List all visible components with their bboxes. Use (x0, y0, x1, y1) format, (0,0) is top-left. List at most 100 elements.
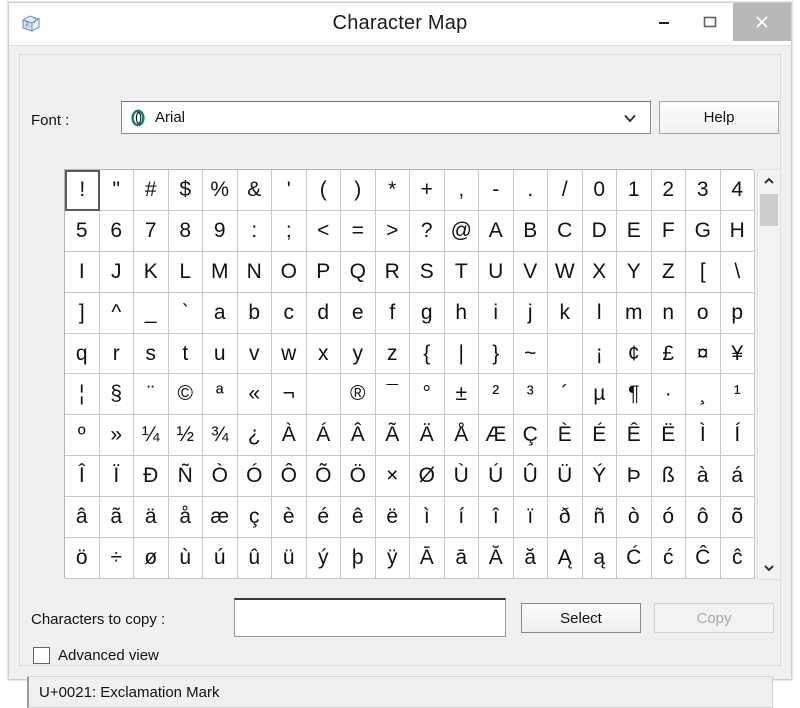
character-cell[interactable]: Î (65, 456, 100, 498)
character-cell[interactable]: § (99, 374, 134, 416)
character-cell[interactable]: R (375, 251, 410, 293)
character-cell[interactable]: t (168, 333, 203, 375)
character-cell[interactable]: Ð (134, 456, 169, 498)
character-cell[interactable]: 1 (617, 170, 652, 211)
character-cell[interactable]: ¢ (617, 333, 652, 375)
advanced-view-row[interactable]: Advanced view (33, 647, 159, 664)
character-cell[interactable]: Ö (341, 456, 376, 498)
character-cell[interactable]: Z (651, 251, 686, 293)
character-cell[interactable]: · (651, 374, 686, 416)
character-cell[interactable]: Ë (651, 415, 686, 457)
character-cell[interactable]: / (548, 170, 583, 211)
character-cell[interactable]: ą (582, 538, 617, 579)
character-cell[interactable]: © (168, 374, 203, 416)
character-cell[interactable]: Ï (99, 456, 134, 498)
character-cell[interactable]: : (237, 210, 272, 252)
character-cell[interactable]: ; (272, 210, 307, 252)
character-cell[interactable]: U (479, 251, 514, 293)
character-cell[interactable]: y (341, 333, 376, 375)
character-cell[interactable]: $ (168, 170, 203, 211)
character-cell[interactable]: è (272, 497, 307, 539)
character-cell[interactable]: ¡ (582, 333, 617, 375)
character-cell[interactable]: = (341, 210, 376, 252)
copy-button[interactable]: Copy (654, 603, 774, 633)
character-cell[interactable]: S (410, 251, 445, 293)
character-cell[interactable]: 7 (134, 210, 169, 252)
character-cell[interactable]: L (168, 251, 203, 293)
character-cell[interactable]: & (237, 170, 272, 211)
character-cell[interactable]: ô (686, 497, 721, 539)
character-cell[interactable]: p (720, 292, 755, 334)
character-cell[interactable]: w (272, 333, 307, 375)
character-cell[interactable]: ­ (306, 374, 341, 416)
character-cell[interactable]: N (237, 251, 272, 293)
character-cell[interactable]: ] (65, 292, 100, 334)
character-cell[interactable] (548, 333, 583, 375)
character-cell[interactable]: + (410, 170, 445, 211)
character-cell[interactable]: Ã (375, 415, 410, 457)
character-cell[interactable]: u (203, 333, 238, 375)
character-cell[interactable]: C (548, 210, 583, 252)
character-cell[interactable]: µ (582, 374, 617, 416)
character-cell[interactable]: _ (134, 292, 169, 334)
character-cell[interactable]: v (237, 333, 272, 375)
character-cell[interactable]: ă (513, 538, 548, 579)
character-cell[interactable]: ' (272, 170, 307, 211)
font-combobox[interactable]: Arial (121, 101, 651, 134)
advanced-view-checkbox[interactable] (33, 647, 50, 664)
character-cell[interactable]: J (99, 251, 134, 293)
character-cell[interactable]: â (65, 497, 100, 539)
character-cell[interactable]: H (720, 210, 755, 252)
character-cell[interactable]: Ô (272, 456, 307, 498)
character-cell[interactable]: ÿ (375, 538, 410, 579)
character-cell[interactable]: ć (651, 538, 686, 579)
minimize-button[interactable] (641, 3, 687, 41)
character-cell[interactable]: i (479, 292, 514, 334)
character-cell[interactable]: ü (272, 538, 307, 579)
character-cell[interactable]: ¦ (65, 374, 100, 416)
character-cell[interactable]: b (237, 292, 272, 334)
character-cell[interactable]: A (479, 210, 514, 252)
character-cell[interactable]: k (548, 292, 583, 334)
character-cell[interactable]: õ (720, 497, 755, 539)
character-cell[interactable]: K (134, 251, 169, 293)
character-cell[interactable]: ë (375, 497, 410, 539)
character-cell[interactable]: ¼ (134, 415, 169, 457)
character-cell[interactable]: " (99, 170, 134, 211)
character-cell[interactable]: 4 (720, 170, 755, 211)
character-cell[interactable]: « (237, 374, 272, 416)
character-cell[interactable]: > (375, 210, 410, 252)
select-button[interactable]: Select (521, 603, 641, 633)
character-cell[interactable]: ¿ (237, 415, 272, 457)
character-cell[interactable]: E (617, 210, 652, 252)
character-cell[interactable]: ö (65, 538, 100, 579)
character-cell[interactable]: x (306, 333, 341, 375)
character-cell[interactable]: » (99, 415, 134, 457)
character-cell[interactable]: l (582, 292, 617, 334)
character-cell[interactable]: 9 (203, 210, 238, 252)
character-cell[interactable]: ³ (513, 374, 548, 416)
character-cell[interactable]: ç (237, 497, 272, 539)
character-cell[interactable]: { (410, 333, 445, 375)
character-cell[interactable]: Ò (203, 456, 238, 498)
character-cell[interactable]: ä (134, 497, 169, 539)
character-cell[interactable]: | (444, 333, 479, 375)
character-cell[interactable]: é (306, 497, 341, 539)
character-cell[interactable]: Ñ (168, 456, 203, 498)
character-cell[interactable]: c (272, 292, 307, 334)
character-cell[interactable]: f (375, 292, 410, 334)
character-cell[interactable]: , (444, 170, 479, 211)
character-cell[interactable]: ® (341, 374, 376, 416)
character-cell[interactable]: ÷ (99, 538, 134, 579)
character-cell[interactable]: Ā (410, 538, 445, 579)
character-cell[interactable]: û (237, 538, 272, 579)
character-cell[interactable]: ª (203, 374, 238, 416)
character-cell[interactable]: Æ (479, 415, 514, 457)
character-cell[interactable]: F (651, 210, 686, 252)
character-cell[interactable]: ó (651, 497, 686, 539)
scroll-down-button[interactable] (758, 557, 780, 579)
character-cell[interactable]: Â (341, 415, 376, 457)
scroll-up-button[interactable] (758, 170, 780, 192)
character-cell[interactable]: O (272, 251, 307, 293)
character-cell[interactable]: 6 (99, 210, 134, 252)
